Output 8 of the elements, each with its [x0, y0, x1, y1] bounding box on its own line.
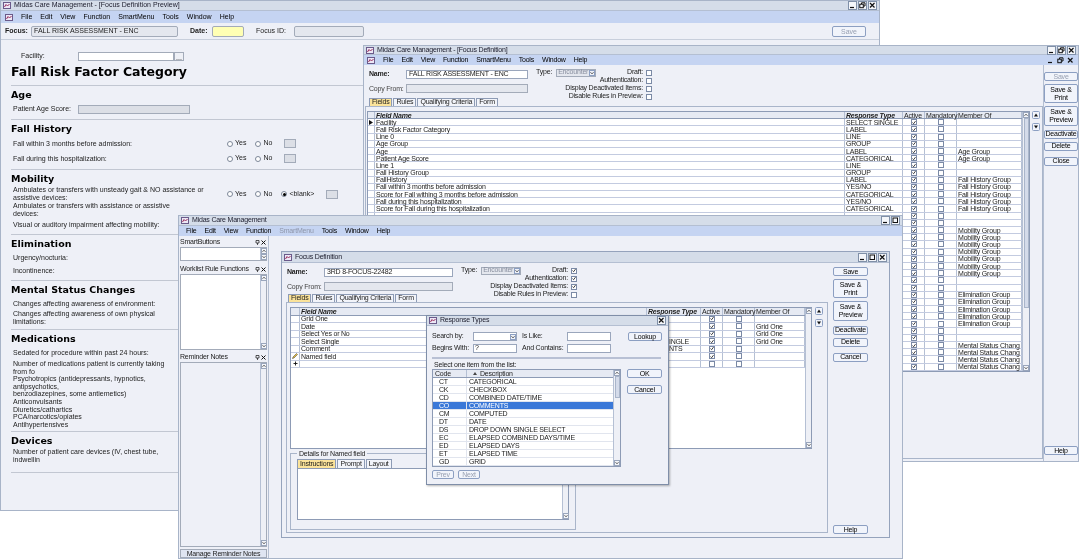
section-heading: Age	[11, 88, 32, 102]
section-heading: Devices	[11, 434, 53, 449]
section-heading: Elimination	[11, 237, 72, 251]
form-heading: Fall Risk Factor Category	[11, 64, 187, 80]
section-heading: Medications	[11, 332, 76, 346]
section-heading: Mental Status Changes	[11, 283, 136, 297]
section-heading: Fall History	[11, 122, 72, 136]
section-heading: Mobility	[11, 172, 55, 186]
